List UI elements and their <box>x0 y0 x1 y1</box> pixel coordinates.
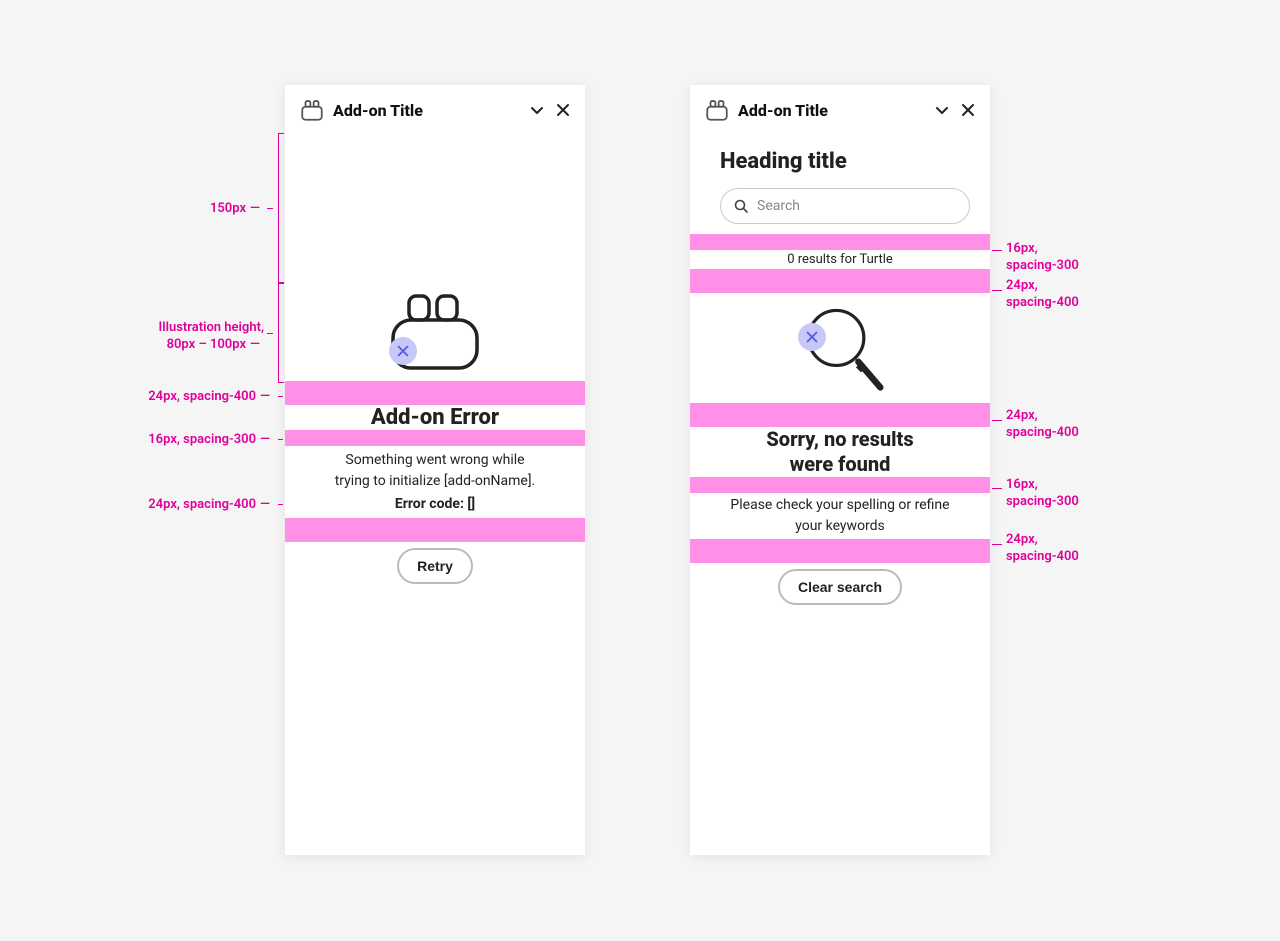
anno-24-1: 24px, spacing-400— <box>148 389 274 406</box>
spacing-bar-16 <box>690 234 990 250</box>
anno-r5: 24px,spacing-400 <box>1006 532 1079 566</box>
panel-title: Add-on Title <box>333 101 529 120</box>
spacing-bar-24 <box>285 381 585 405</box>
retry-button[interactable]: Retry <box>397 548 473 584</box>
spacing-bar-16 <box>285 430 585 446</box>
right-top-block: Heading title Search <box>690 131 990 234</box>
addon-lego-icon <box>704 97 730 123</box>
spacing-bar-16 <box>690 477 990 493</box>
chevron-down-icon[interactable] <box>934 102 950 118</box>
spacing-bar-24 <box>285 518 585 542</box>
error-heading: Add-on Error <box>285 405 585 430</box>
anno-16: 16px, spacing-300— <box>148 432 274 449</box>
no-results-illustration <box>690 293 990 403</box>
search-icon <box>733 198 749 214</box>
anno-24-2: 24px, spacing-400— <box>148 497 274 514</box>
chevron-down-icon[interactable] <box>529 102 545 118</box>
error-body: Something went wrong while trying to ini… <box>285 446 585 518</box>
panel-header: Add-on Title <box>285 85 585 131</box>
clear-search-button[interactable]: Clear search <box>778 569 902 605</box>
x-badge-icon <box>798 323 826 351</box>
bracket-150px <box>278 133 284 283</box>
bracket-illus <box>278 283 284 383</box>
panel-error-state: Add-on Title Add-on Error Something went <box>285 85 585 855</box>
close-icon[interactable] <box>960 102 976 118</box>
anno-r4: 16px,spacing-300 <box>1006 477 1079 511</box>
spacing-bar-24 <box>690 269 990 293</box>
results-count-line: 0 results for Turtle <box>690 250 990 269</box>
anno-illus-height: Illustration height, 80px – 100px— <box>158 320 264 354</box>
spacing-bar-24 <box>690 403 990 427</box>
x-badge-icon <box>389 337 417 365</box>
anno-r2: 24px,spacing-400 <box>1006 278 1079 312</box>
clear-row: Clear search <box>690 563 990 605</box>
search-input[interactable]: Search <box>720 188 970 224</box>
anno-150px: 150px— <box>210 201 264 218</box>
page-heading: Heading title <box>720 149 970 174</box>
panel-header-actions <box>934 102 976 118</box>
gap-150 <box>285 131 585 281</box>
no-results-body: Please check your spelling or refine you… <box>690 493 990 539</box>
panel-header: Add-on Title <box>690 85 990 131</box>
no-results-heading: Sorry, no results were found <box>690 427 990 477</box>
panel-header-actions <box>529 102 571 118</box>
anno-r1: 16px,spacing-300 <box>1006 241 1079 275</box>
anno-r3: 24px,spacing-400 <box>1006 408 1079 442</box>
panel-no-results-state: Add-on Title Heading title Search 0 resu… <box>690 85 990 855</box>
error-illustration <box>285 281 585 381</box>
panel-title: Add-on Title <box>738 101 934 120</box>
search-placeholder: Search <box>757 198 800 214</box>
close-icon[interactable] <box>555 102 571 118</box>
retry-row: Retry <box>285 542 585 584</box>
addon-lego-icon <box>299 97 325 123</box>
spacing-bar-24 <box>690 539 990 563</box>
